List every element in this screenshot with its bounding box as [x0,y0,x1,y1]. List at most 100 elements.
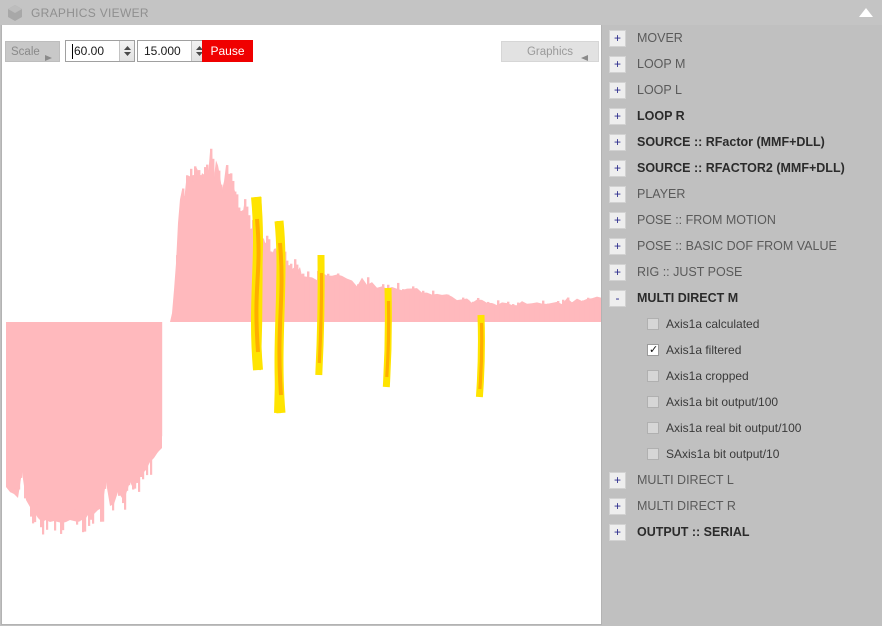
tree-node-label: SOURCE :: RFACTOR2 (MMF+DLL) [637,161,845,175]
tree-child-row[interactable]: Axis1a calculated [603,311,882,337]
module-tree-panel[interactable]: + MOVER + LOOP M + LOOP L + LOOP R + SOURCE :: RF… [603,25,882,626]
expand-plus-icon[interactable]: + [609,107,626,125]
window-title: GRAPHICS VIEWER [31,5,149,20]
hexagon-logo-icon [5,3,25,23]
pink-sample-bar [337,273,340,322]
pink-sample-bar [537,305,540,322]
scale-value-stepper[interactable] [119,41,134,61]
pink-sample-bar [156,322,159,453]
waveform-plot[interactable] [2,25,601,623]
tree-node-label: POSE :: FROM MOTION [637,213,776,227]
tree-child-row[interactable]: Axis1a real bit output/100 [603,415,882,441]
tree-node-loop-l[interactable]: + LOOP L [603,77,882,103]
pink-sample-bar [132,322,135,490]
tree-node-loop-r[interactable]: + LOOP R [603,103,882,129]
pause-button[interactable]: Pause [202,40,253,62]
pink-sample-bar [150,322,153,475]
expand-plus-icon[interactable]: + [609,159,626,177]
tree-node-label: LOOP M [637,57,686,71]
expand-plus-icon[interactable]: + [609,211,626,229]
tree-node-source-rfactor2-mmf-dll[interactable]: + SOURCE :: RFACTOR2 (MMF+DLL) [603,155,882,181]
pink-sample-bar [128,322,131,486]
chart-panel[interactable] [1,25,602,625]
pink-sample-bar [80,322,83,516]
pink-sample-bar [517,302,520,322]
tree-node-player[interactable]: + PLAYER [603,181,882,207]
pink-sample-bar [362,282,365,322]
tree-node-multi-direct-m[interactable]: - MULTI DIRECT M [603,285,882,311]
pink-sample-bar [502,302,505,322]
pink-sample-bar [452,300,455,322]
tree-child-row[interactable]: Axis1a bit output/100 [603,389,882,415]
scale-tab-button[interactable]: Scale [5,41,60,62]
expand-plus-icon[interactable]: + [609,81,626,99]
expand-plus-icon[interactable]: + [609,471,626,489]
scale-value-input[interactable]: 60.00 [65,40,135,62]
pink-sample-bar [547,303,550,322]
expand-plus-icon[interactable]: + [609,133,626,151]
pink-sample-bar [98,322,101,507]
tree-node-loop-m[interactable]: + LOOP M [603,51,882,77]
tree-node-mover[interactable]: + MOVER [603,25,882,51]
checkbox-unchecked-icon[interactable] [647,370,659,382]
expand-plus-icon[interactable]: + [609,497,626,515]
expand-plus-icon[interactable]: + [609,263,626,281]
tree-node-pose-from-motion[interactable]: + POSE :: FROM MOTION [603,207,882,233]
expand-plus-icon[interactable]: + [609,523,626,541]
pink-sample-bar [92,322,95,524]
tree-node-label: MULTI DIRECT L [637,473,734,487]
tree-node-source-rfactor-mmf-dll[interactable]: + SOURCE :: RFactor (MMF+DLL) [603,129,882,155]
tree-node-pose-basic-dof-from-value[interactable]: + POSE :: BASIC DOF FROM VALUE [603,233,882,259]
pink-sample-bar [20,322,23,478]
pink-sample-bar [462,297,465,322]
tree-node-label: OUTPUT :: SERIAL [637,525,750,539]
collapse-up-triangle-icon[interactable] [858,6,874,19]
tree-node-label: MULTI DIRECT M [637,291,739,305]
tree-node-label: PLAYER [637,187,686,201]
pink-sample-bar [492,303,495,322]
pink-sample-bar [106,322,109,481]
checkbox-unchecked-icon[interactable] [647,422,659,434]
pink-sample-bar [122,322,125,504]
checkbox-checked-icon[interactable]: ✓ [647,344,659,356]
tree-child-row[interactable]: Axis1a cropped [603,363,882,389]
spinner-down-icon[interactable] [123,51,132,57]
pink-sample-bar [78,322,81,522]
checkbox-unchecked-icon[interactable] [647,318,659,330]
checkbox-unchecked-icon[interactable] [647,448,659,460]
tree-child-label: Axis1a cropped [666,369,749,383]
tree-node-rig-just-pose[interactable]: + RIG :: JUST POSE [603,259,882,285]
expand-plus-icon[interactable]: + [609,29,626,47]
spike-core [478,322,484,390]
pink-sample-bar [112,322,115,511]
tree-child-label: Axis1a real bit output/100 [666,421,802,435]
pink-sample-bar [110,322,113,504]
expand-plus-icon[interactable]: + [609,55,626,73]
pink-sample-bar [307,271,310,322]
text-caret [72,44,73,59]
tree-node-label: POSE :: BASIC DOF FROM VALUE [637,239,837,253]
spike-band-2 [274,220,286,414]
tree-child-label: Axis1a bit output/100 [666,395,779,409]
pink-sample-bar [372,284,375,322]
time-window-input[interactable]: 15.000 [137,40,207,62]
tree-node-output-serial[interactable]: + OUTPUT :: SERIAL [603,519,882,545]
pink-sample-bar [50,322,53,512]
pink-sample-bar [126,322,129,491]
tree-node-multi-direct-r[interactable]: + MULTI DIRECT R [603,493,882,519]
expand-plus-icon[interactable]: + [609,185,626,203]
pink-sample-bar [108,322,111,485]
tree-child-label: Axis1a filtered [666,343,742,357]
pink-sample-bar [160,322,163,437]
tree-child-row[interactable]: ✓ Axis1a filtered [603,337,882,363]
pink-sample-bar [497,300,500,322]
expand-plus-icon[interactable]: + [609,237,626,255]
pink-sample-bar [74,322,77,510]
collapse-minus-icon[interactable]: - [609,289,626,307]
pink-sample-bar [357,284,360,322]
tree-node-multi-direct-l[interactable]: + MULTI DIRECT L [603,467,882,493]
checkbox-unchecked-icon[interactable] [647,396,659,408]
tree-child-row[interactable]: SAxis1a bit output/10 [603,441,882,467]
graphics-tab-button[interactable]: Graphics [501,41,599,62]
pink-sample-bar [90,322,93,520]
